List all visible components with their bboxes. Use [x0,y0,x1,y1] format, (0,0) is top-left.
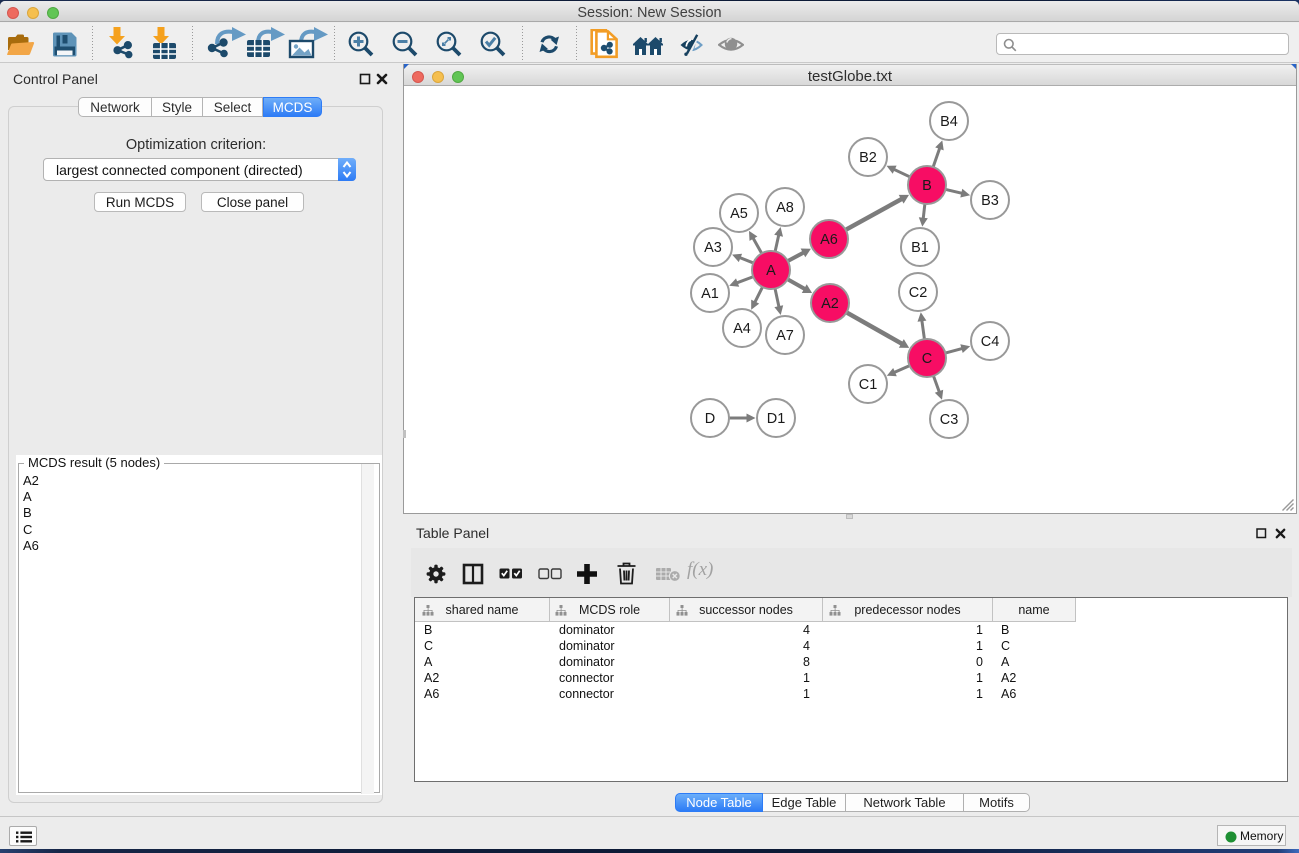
svg-text:C2: C2 [909,285,928,301]
svg-text:A5: A5 [730,206,748,222]
svg-text:A6: A6 [820,232,838,248]
svg-text:C: C [922,351,932,367]
svg-text:B4: B4 [940,114,958,130]
svg-text:A2: A2 [821,296,839,312]
svg-text:C3: C3 [940,412,959,428]
svg-text:A8: A8 [776,200,794,216]
svg-text:A: A [766,263,776,279]
svg-text:C1: C1 [859,377,878,393]
svg-text:D1: D1 [767,411,786,427]
svg-text:A4: A4 [733,321,751,337]
svg-text:B3: B3 [981,193,999,209]
svg-text:B2: B2 [859,150,877,166]
svg-text:A3: A3 [704,240,722,256]
svg-text:D: D [705,411,715,427]
svg-text:C4: C4 [981,334,1000,350]
svg-text:B1: B1 [911,240,929,256]
svg-text:A7: A7 [776,328,794,344]
svg-text:B: B [922,178,932,194]
svg-text:A1: A1 [701,286,719,302]
